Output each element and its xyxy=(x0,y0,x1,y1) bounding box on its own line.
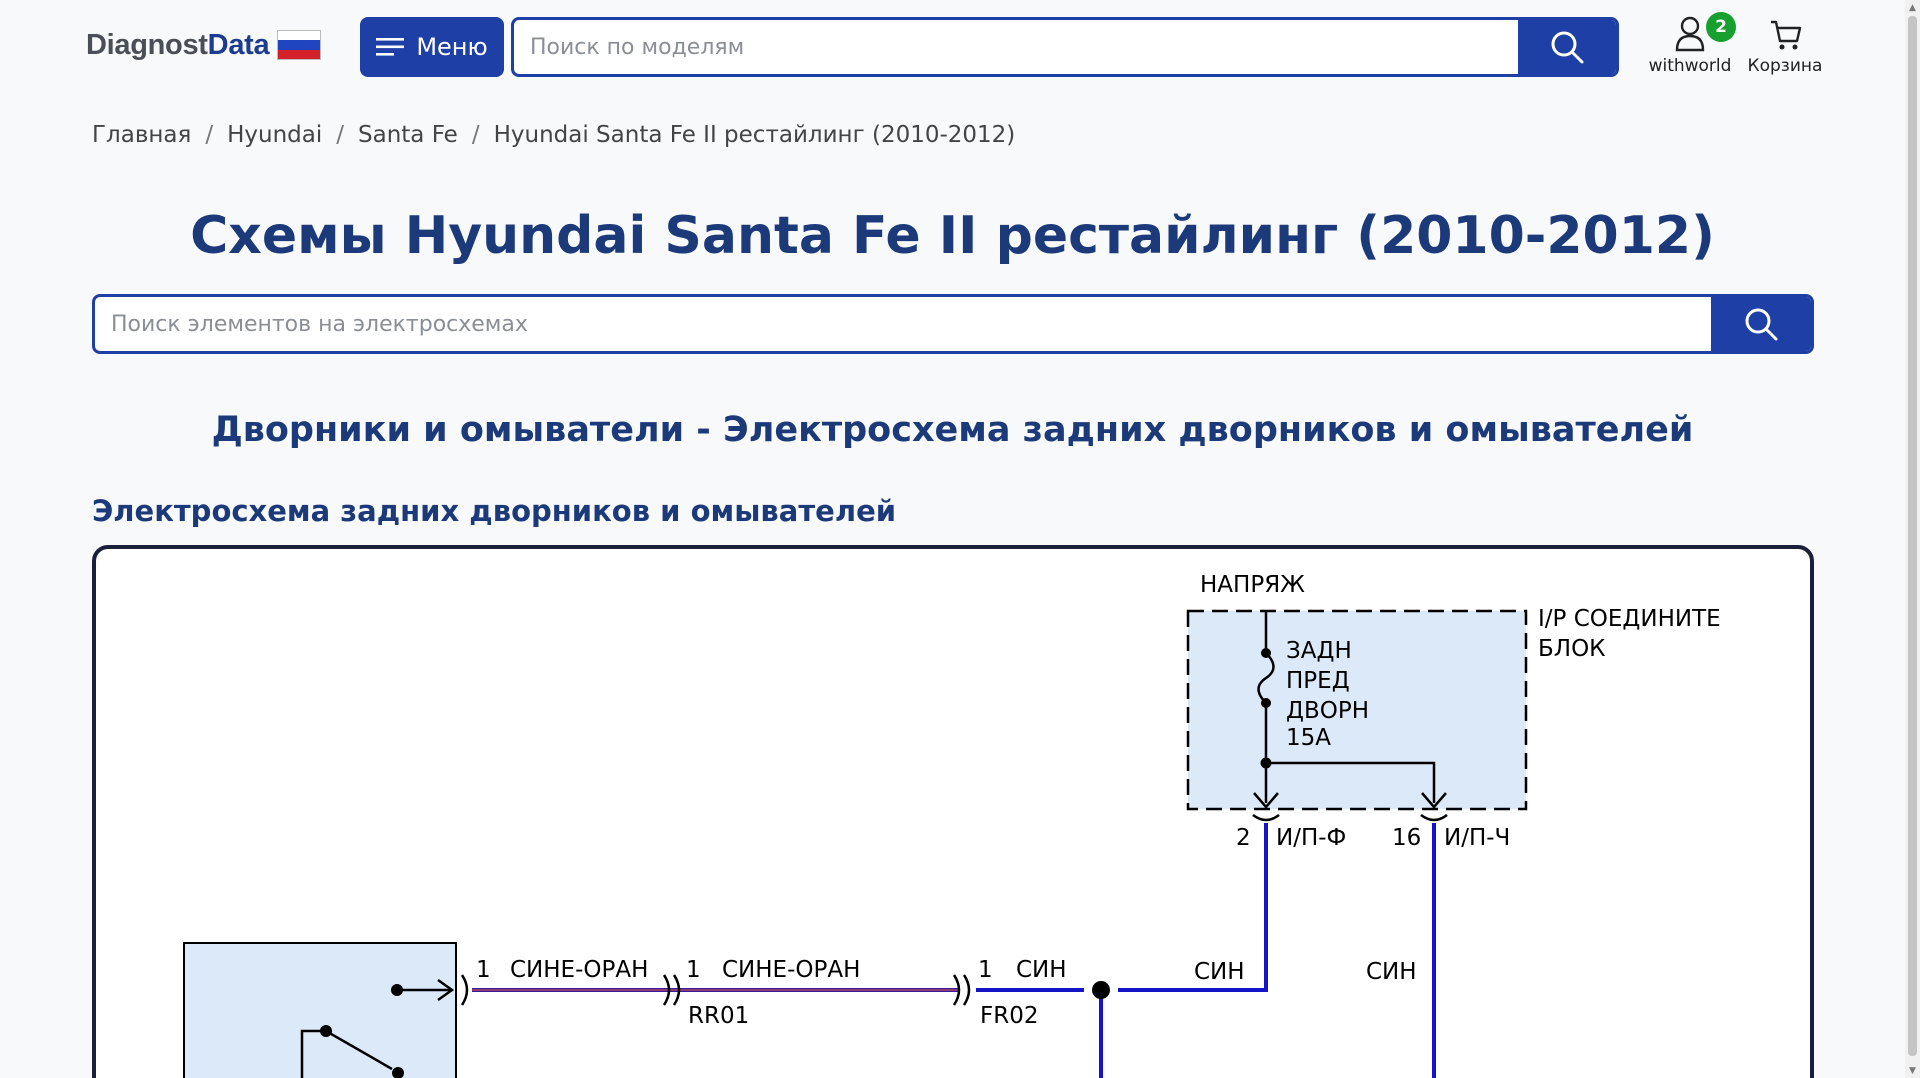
page-scrollbar[interactable]: ▲ ▼ xyxy=(1905,0,1920,1078)
element-search-bar xyxy=(92,294,1814,354)
pin-name-ip-ch: И/П-Ч xyxy=(1444,825,1510,851)
wire-color-label: СИН xyxy=(1366,959,1417,985)
scroll-thumb[interactable] xyxy=(1908,16,1917,1056)
element-search-input[interactable] xyxy=(95,297,1715,351)
power-label: НАПРЯЖ xyxy=(1200,572,1305,598)
fuse-label-3: ДВОРН xyxy=(1286,698,1369,724)
connector-symbol xyxy=(460,974,469,1006)
wire-pin-number: 1 xyxy=(476,957,491,983)
cart-icon xyxy=(1771,20,1802,50)
pin-connector xyxy=(1420,813,1448,822)
rear-wiper-switch xyxy=(183,942,457,1078)
breadcrumb-separator: / xyxy=(205,122,214,148)
cart-label: Корзина xyxy=(1747,56,1823,76)
breadcrumb-model[interactable]: Santa Fe xyxy=(358,122,458,148)
diagram-title: Электросхема задних дворников и омывател… xyxy=(92,494,897,528)
breadcrumb-home[interactable]: Главная xyxy=(92,122,191,148)
connector-id-fr02: FR02 xyxy=(980,1003,1038,1029)
cart-link[interactable]: Корзина xyxy=(1745,12,1825,82)
fuse-rating: 15A xyxy=(1286,725,1331,751)
model-search-bar xyxy=(511,17,1619,77)
wire-color-label: СИНЕ-ОРАН xyxy=(722,957,860,983)
model-search-button[interactable] xyxy=(1518,20,1616,74)
user-account-link[interactable]: 2 withworld xyxy=(1640,12,1740,82)
junction-block-label-1: I/P СОЕДИНИТЕ xyxy=(1538,606,1721,632)
logo-text-diagnost: Diagnost xyxy=(86,28,208,61)
switch-terminal xyxy=(391,984,403,996)
wire-color-label: СИНЕ-ОРАН xyxy=(510,957,648,983)
menu-button-label: Меню xyxy=(416,33,488,61)
breadcrumb-separator: / xyxy=(471,122,480,148)
connector-symbol xyxy=(962,974,971,1006)
wiring-diagram-svg: НАПРЯЖ I/P СОЕДИНИТЕ БЛОК ЗАДН ПРЕД ДВОР… xyxy=(183,572,1721,1078)
wire-color-label: СИН xyxy=(1194,959,1245,985)
scroll-down-arrow-icon[interactable]: ▼ xyxy=(1905,1063,1920,1078)
splice-point xyxy=(1092,981,1110,999)
breadcrumb: Главная / Hyundai / Santa Fe / Hyundai S… xyxy=(92,122,1015,148)
element-search-button[interactable] xyxy=(1711,297,1811,351)
pin-number-16: 16 xyxy=(1392,825,1421,851)
wiring-diagram[interactable]: НАПРЯЖ I/P СОЕДИНИТЕ БЛОК ЗАДН ПРЕД ДВОР… xyxy=(92,545,1814,1078)
connector-id-rr01: RR01 xyxy=(688,1003,749,1029)
section-title: Дворники и омыватели - Электросхема задн… xyxy=(211,410,1694,450)
notification-badge: 2 xyxy=(1706,12,1736,42)
pin-connector xyxy=(1252,813,1280,822)
pin-number-2: 2 xyxy=(1236,825,1251,851)
fuse-label-1: ЗАДН xyxy=(1286,638,1352,664)
wire-pin-number: 1 xyxy=(686,957,701,983)
junction-block-label-2: БЛОК xyxy=(1538,636,1606,662)
menu-button[interactable]: Меню xyxy=(360,17,504,77)
pin-name-ip-f: И/П-Ф xyxy=(1276,825,1346,851)
site-logo[interactable]: Diagnost Data xyxy=(86,28,322,62)
breadcrumb-separator: / xyxy=(336,122,345,148)
wire-color-label: СИН xyxy=(1016,957,1067,983)
search-icon xyxy=(1551,31,1584,64)
page-title: Схемы Hyundai Santa Fe II рестайлинг (20… xyxy=(190,206,1715,266)
user-icon xyxy=(1675,16,1705,52)
breadcrumb-brand[interactable]: Hyundai xyxy=(227,122,322,148)
breadcrumb-current: Hyundai Santa Fe II рестайлинг (2010-201… xyxy=(493,122,1016,148)
scroll-up-arrow-icon[interactable]: ▲ xyxy=(1905,0,1920,15)
logo-text-data: Data xyxy=(207,28,270,61)
wire-pin-number: 1 xyxy=(978,957,993,983)
user-name-label: withworld xyxy=(1648,56,1732,76)
model-search-input[interactable] xyxy=(514,20,1519,74)
russia-flag-icon xyxy=(277,30,322,60)
fuse-label-2: ПРЕД xyxy=(1286,668,1350,694)
search-icon xyxy=(1745,308,1778,341)
menu-icon xyxy=(376,38,405,56)
